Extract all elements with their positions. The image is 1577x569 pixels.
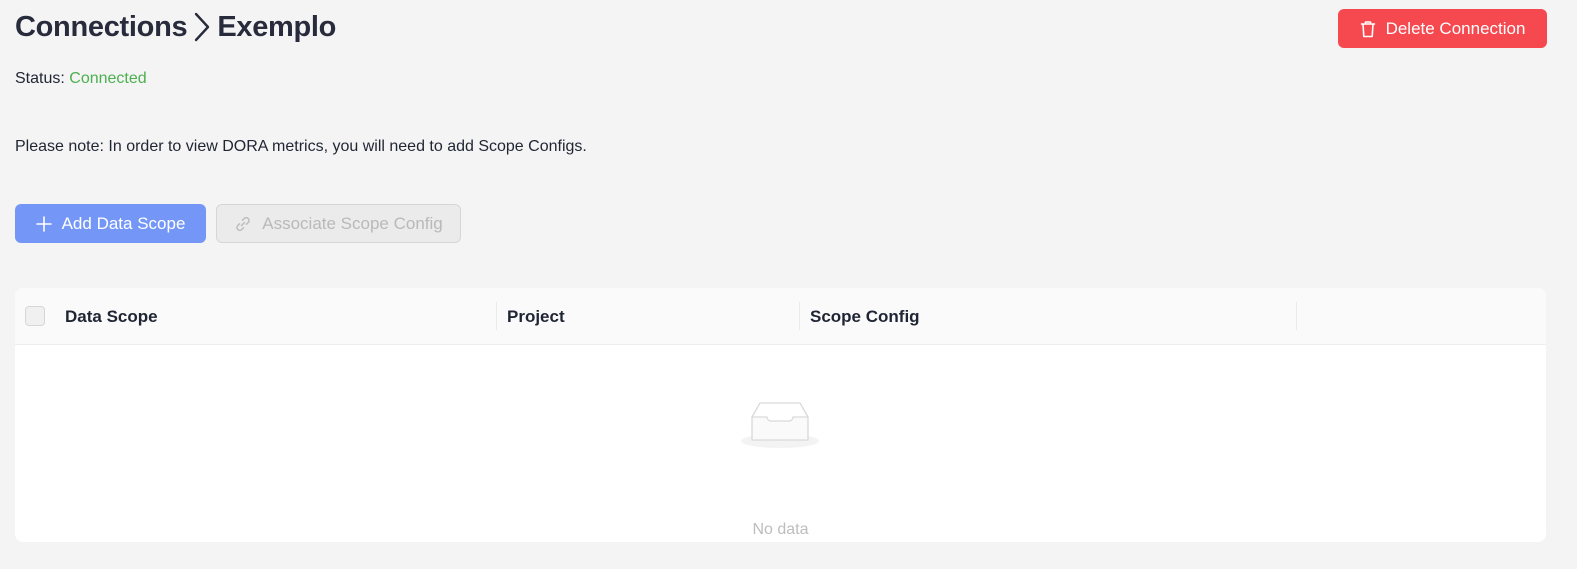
status-label: Status: <box>15 70 65 87</box>
delete-connection-button[interactable]: Delete Connection <box>1338 9 1547 48</box>
column-header-data-scope[interactable]: Data Scope <box>65 288 158 345</box>
column-divider <box>1296 302 1297 330</box>
empty-inbox-icon <box>740 399 820 456</box>
associate-scope-config-button[interactable]: Associate Scope Config <box>216 204 461 243</box>
connection-detail-page: Connections Exemplo Delete Connection St… <box>0 0 1577 569</box>
associate-scope-config-label: Associate Scope Config <box>262 213 443 233</box>
status-badge: Connected <box>69 70 147 87</box>
add-data-scope-button[interactable]: Add Data Scope <box>15 204 206 243</box>
column-divider <box>496 302 497 330</box>
column-divider <box>799 302 800 330</box>
link-icon <box>234 215 252 233</box>
chevron-right-icon <box>193 10 211 44</box>
delete-connection-label: Delete Connection <box>1385 18 1526 38</box>
dora-metrics-note: Please note: In order to view DORA metri… <box>15 138 587 155</box>
table-header: Data Scope Project Scope Config <box>15 288 1546 345</box>
breadcrumb-connections[interactable]: Connections <box>15 11 188 44</box>
breadcrumb: Connections Exemplo <box>15 10 336 44</box>
empty-state-text: No data <box>752 521 809 538</box>
column-header-scope-config[interactable]: Scope Config <box>810 288 920 345</box>
column-header-project[interactable]: Project <box>507 288 565 345</box>
empty-state: No data <box>15 345 1546 542</box>
select-all-checkbox[interactable] <box>25 306 45 326</box>
breadcrumb-current: Exemplo <box>217 10 337 43</box>
add-data-scope-label: Add Data Scope <box>61 213 186 233</box>
plus-icon <box>35 215 52 232</box>
trash-icon <box>1360 20 1376 38</box>
status-line: Status: Connected <box>15 70 147 88</box>
data-scope-table: Data Scope Project Scope Config No data <box>15 288 1546 542</box>
